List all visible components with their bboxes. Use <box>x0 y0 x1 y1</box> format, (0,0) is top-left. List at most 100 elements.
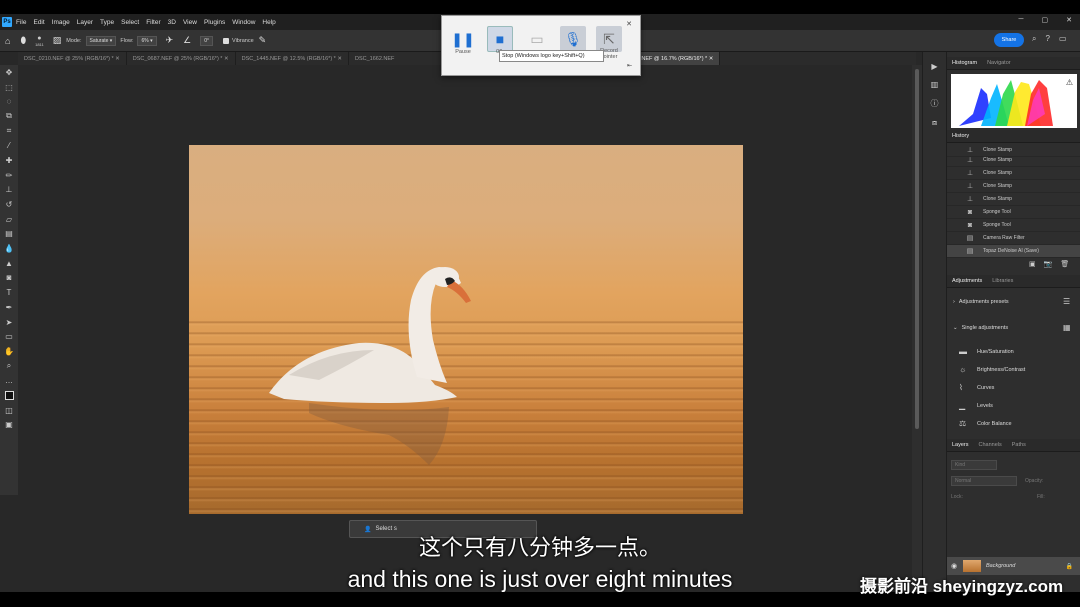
list-view-icon[interactable]: ☰ <box>1063 297 1070 306</box>
adjustment-item[interactable]: ⚖ Color Balance <box>959 419 1012 428</box>
close-icon[interactable]: ✕ <box>1066 16 1072 24</box>
blend-mode-select[interactable]: Normal <box>951 476 1017 486</box>
sponge-tool-preset-icon[interactable]: ⬮ <box>20 35 26 46</box>
play-icon[interactable]: ▶ <box>931 62 937 71</box>
tab-adjustments[interactable]: Adjustments <box>947 278 987 284</box>
collapse-icon[interactable]: ⇤ <box>627 62 632 69</box>
warning-icon[interactable]: ⚠ <box>1066 78 1073 87</box>
sponge-tool-icon[interactable]: ◙ <box>7 271 12 286</box>
adjustments-presets-row[interactable]: › Adjustments presets <box>953 299 1009 305</box>
trash-icon[interactable]: 🗑 <box>1060 260 1069 268</box>
minimize-icon[interactable]: ─ <box>1019 16 1024 24</box>
single-adjustments-row[interactable]: ⌄ Single adjustments <box>953 325 1008 331</box>
hand-tool-icon[interactable]: ✋ <box>4 344 14 359</box>
menu-help[interactable]: Help <box>262 19 275 26</box>
tab-history[interactable]: History <box>947 133 974 139</box>
type-tool-icon[interactable]: T <box>7 285 12 300</box>
tab-layers[interactable]: Layers <box>947 442 974 448</box>
learn-icon[interactable]: ▥ <box>931 80 939 89</box>
layer-kind-filter[interactable]: Kind <box>951 460 997 470</box>
share-button[interactable]: Share <box>994 33 1024 47</box>
menu-edit[interactable]: Edit <box>33 19 44 26</box>
menu-filter[interactable]: Filter <box>146 19 160 26</box>
adjustment-item[interactable]: ☼ Brightness/Contrast <box>959 365 1025 374</box>
adjustment-item[interactable]: ⌇ Curves <box>959 383 994 392</box>
tab-dsc-1445[interactable]: DSC_1445.NEF @ 12.5% (RGB/16*) * ✕ <box>236 52 349 65</box>
tab-channels[interactable]: Channels <box>974 442 1007 448</box>
brush-tool-icon[interactable]: ✏ <box>6 168 13 183</box>
adjustment-item[interactable]: ▁ Levels <box>959 401 993 410</box>
pressure-icon[interactable]: ✎ <box>259 35 267 46</box>
healing-brush-tool-icon[interactable]: ✚ <box>6 153 13 168</box>
menu-layer[interactable]: Layer <box>77 19 93 26</box>
history-item[interactable]: ⊥ Clone Stamp <box>947 154 1080 167</box>
dodge-tool-icon[interactable]: ▲ <box>5 256 13 271</box>
more-tools-icon[interactable]: … <box>5 373 13 388</box>
help-icon[interactable]: ? <box>1045 34 1049 44</box>
lasso-tool-icon[interactable]: ◌ <box>7 94 12 109</box>
blur-tool-icon[interactable]: 💧 <box>4 241 14 256</box>
menu-plugins[interactable]: Plugins <box>204 19 225 26</box>
menu-select[interactable]: Select <box>121 19 139 26</box>
brush-settings-icon[interactable]: ▨ <box>53 35 62 46</box>
maximize-icon[interactable]: ▢ <box>1042 16 1049 24</box>
airbrush-icon[interactable]: ✈ <box>166 35 174 46</box>
microphone-icon[interactable]: 🎙 <box>560 26 586 52</box>
menu-window[interactable]: Window <box>232 19 255 26</box>
crop-tool-icon[interactable]: ⌗ <box>7 124 12 139</box>
path-selection-tool-icon[interactable]: ➤ <box>6 315 13 330</box>
snapshot-icon[interactable]: 📷 <box>1044 260 1053 268</box>
home-icon[interactable]: ⌂ <box>5 36 10 46</box>
menu-view[interactable]: View <box>183 19 197 26</box>
history-item[interactable]: ◙ Sponge Tool <box>947 219 1080 232</box>
menu-image[interactable]: Image <box>52 19 70 26</box>
color-swatches[interactable] <box>4 388 14 403</box>
screen-mode-icon[interactable]: ▣ <box>5 418 13 433</box>
new-document-icon[interactable]: ▣ <box>1029 260 1036 268</box>
vibrance-checkbox[interactable] <box>223 37 230 44</box>
pen-tool-icon[interactable]: ✒ <box>6 300 13 315</box>
scrollbar-thumb[interactable] <box>915 69 919 429</box>
properties-icon[interactable]: ⧈ <box>932 118 937 128</box>
zoom-tool-icon[interactable]: ⌕ <box>7 359 11 374</box>
brush-preset-picker[interactable]: ● 1811 <box>35 35 44 47</box>
search-icon[interactable]: ⌕ <box>1032 34 1036 44</box>
tab-dsc-0210[interactable]: DSC_0210.NEF @ 25% (RGB/16*) * ✕ <box>18 52 127 65</box>
workspace-icon[interactable]: ▭ <box>1059 34 1067 44</box>
gradient-tool-icon[interactable]: ▤ <box>5 227 13 242</box>
tab-paths[interactable]: Paths <box>1007 442 1031 448</box>
screenshot-icon[interactable]: ▭ <box>524 26 550 52</box>
history-item[interactable]: ⊥ Clone Stamp <box>947 193 1080 206</box>
recorder-close-icon[interactable]: ✕ <box>626 20 632 28</box>
history-item[interactable]: ⊥ Clone Stamp <box>947 180 1080 193</box>
history-item-selected[interactable]: ▤ Topaz DeNoise AI (Save) <box>947 245 1080 258</box>
tab-dsc-0687[interactable]: DSC_0687.NEF @ 25% (RGB/16*) * ✕ <box>127 52 236 65</box>
tab-histogram[interactable]: Histogram <box>947 60 982 66</box>
history-item[interactable]: ◙ Sponge Tool <box>947 206 1080 219</box>
vertical-scrollbar[interactable] <box>912 65 922 592</box>
document-canvas-swan-photo[interactable] <box>189 145 743 514</box>
menu-type[interactable]: Type <box>100 19 114 26</box>
object-selection-tool-icon[interactable]: ⧉ <box>6 109 12 124</box>
eyedropper-tool-icon[interactable]: ⁄ <box>8 138 9 153</box>
tab-libraries[interactable]: Libraries <box>987 278 1018 284</box>
clone-stamp-tool-icon[interactable]: ⊥ <box>6 183 13 198</box>
marquee-tool-icon[interactable]: ⬚ <box>5 80 13 95</box>
history-item[interactable]: ▤ Camera Raw Filter <box>947 232 1080 245</box>
flow-input[interactable]: 6% ▾ <box>137 35 157 46</box>
history-item[interactable]: ⊥ Clone Stamp <box>947 167 1080 180</box>
history-brush-tool-icon[interactable]: ↺ <box>6 197 13 212</box>
angle-input[interactable]: 0° <box>200 35 214 46</box>
eraser-tool-icon[interactable]: ▱ <box>6 212 12 227</box>
menu-file[interactable]: File <box>16 19 26 26</box>
quick-mask-icon[interactable]: ◫ <box>5 403 13 418</box>
move-tool-icon[interactable]: ✥ <box>6 65 13 80</box>
menu-3d[interactable]: 3D <box>168 19 176 26</box>
grid-view-icon[interactable]: ▦ <box>1063 323 1071 332</box>
mode-select[interactable]: Saturate ▾ <box>85 35 117 46</box>
adjustment-item[interactable]: ▬ Hue/Saturation <box>959 347 1014 356</box>
rectangle-tool-icon[interactable]: ▭ <box>5 329 13 344</box>
tab-navigator[interactable]: Navigator <box>982 60 1016 66</box>
visibility-eye-icon[interactable]: ◉ <box>951 562 957 570</box>
info-icon[interactable]: ⓘ <box>931 98 939 109</box>
